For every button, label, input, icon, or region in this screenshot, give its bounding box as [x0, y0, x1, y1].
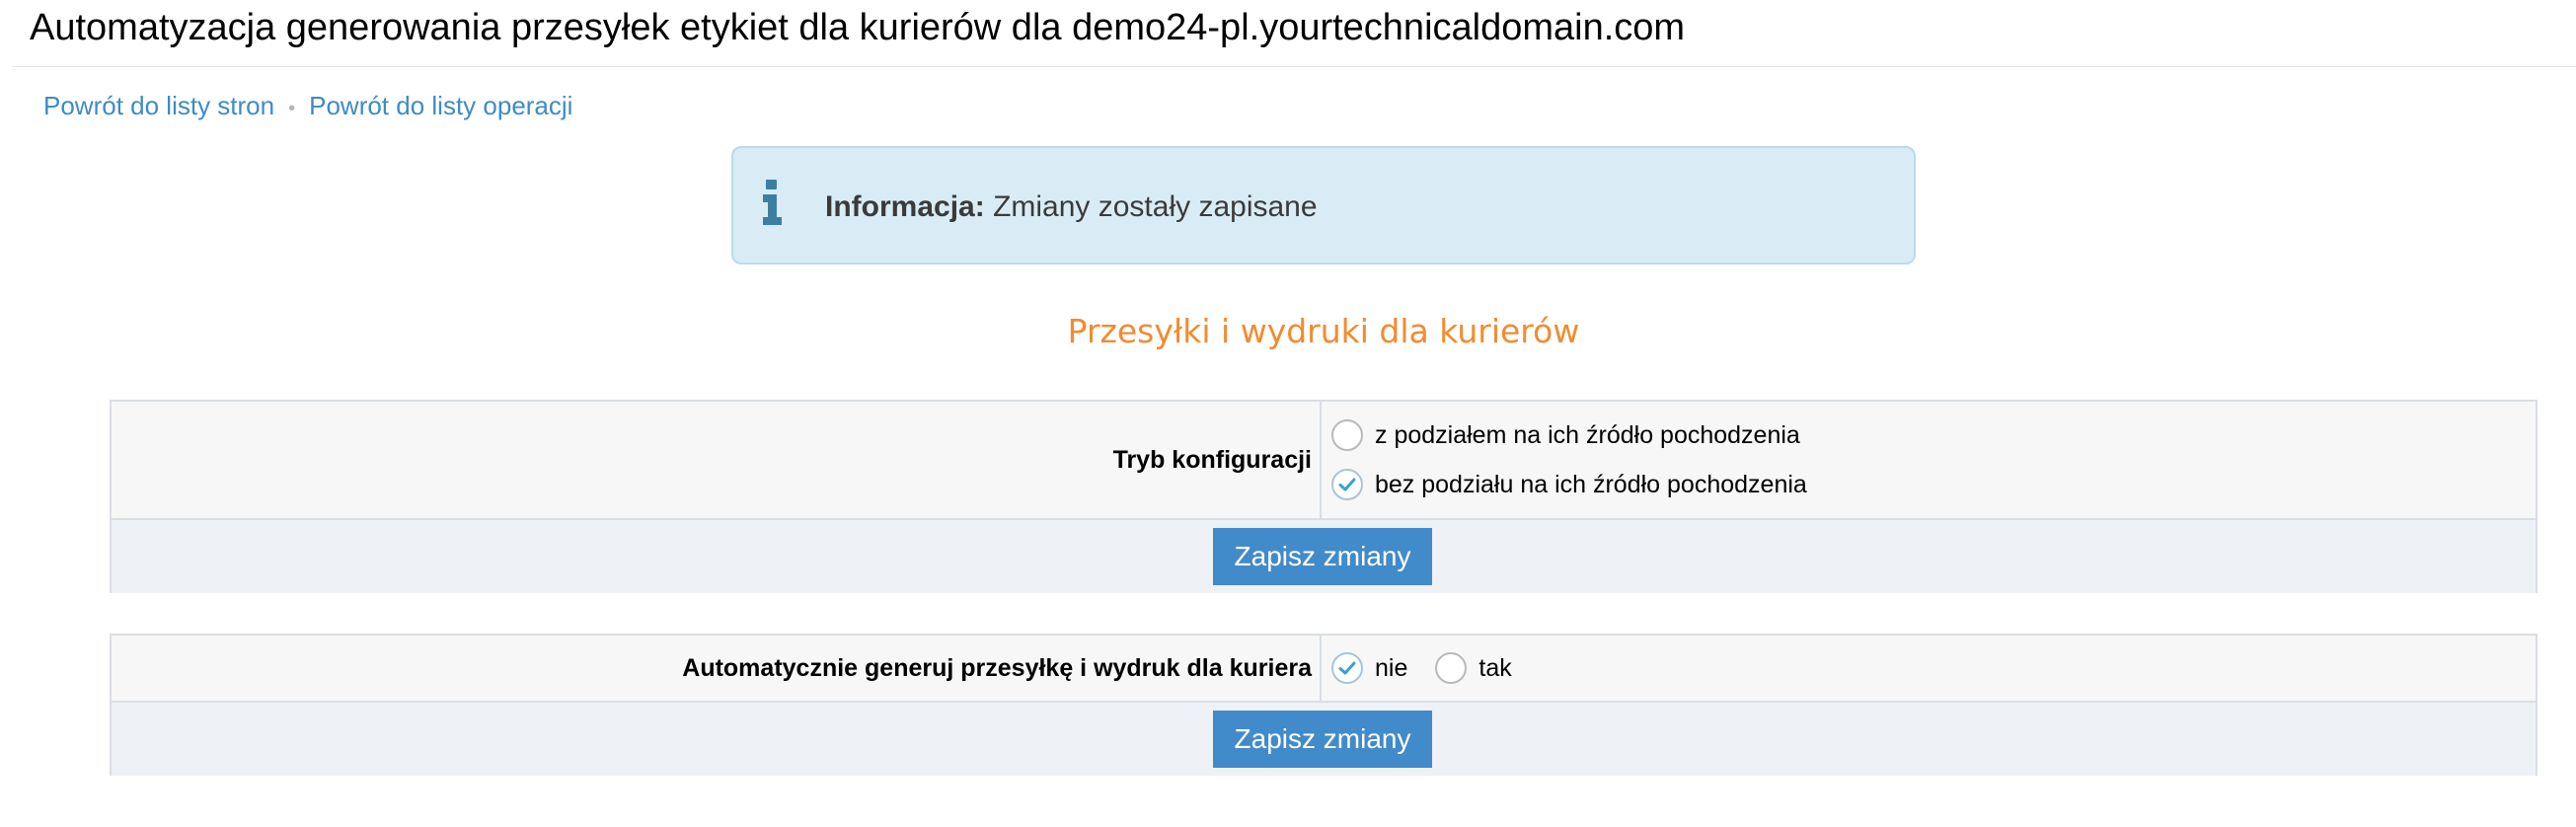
info-icon [763, 180, 782, 225]
back-to-operations-link[interactable]: Powrót do listy operacji [309, 91, 572, 120]
config-mode-options: z podziałem na ich źródło pochodzenia be… [1322, 402, 2536, 518]
title-divider [12, 66, 2576, 67]
auto-generate-option-no-label: nie [1375, 653, 1408, 682]
config-mode-option-no-split[interactable]: bez podziału na ich źródło pochodzenia [1331, 460, 2536, 509]
auto-generate-option-no[interactable]: nie [1331, 652, 1407, 684]
auto-generate-footer: Zapisz zmiany [112, 703, 2536, 776]
auto-generate-label: Automatycznie generuj przesyłkę i wydruk… [112, 636, 1322, 701]
radio-checked[interactable] [1331, 469, 1363, 500]
config-mode-label: Tryb konfiguracji [112, 402, 1322, 518]
info-notice-label: Informacja: [825, 190, 985, 223]
radio-unchecked[interactable] [1435, 652, 1468, 684]
config-mode-footer: Zapisz zmiany [112, 520, 2536, 593]
info-notice: Informacja: Zmiany zostały zapisane [731, 146, 1916, 264]
auto-generate-options: nie tak [1322, 636, 2536, 701]
checkmark-icon [1338, 661, 1356, 675]
config-mode-option-split-label: z podziałem na ich źródło pochodzenia [1375, 420, 1800, 449]
checkmark-icon [1338, 478, 1356, 491]
auto-generate-form: Automatycznie generuj przesyłkę i wydruk… [110, 634, 2538, 776]
config-mode-option-no-split-label: bez podziału na ich źródło pochodzenia [1375, 470, 1807, 498]
section-heading: Przesyłki i wydruki dla kurierów [1067, 312, 1580, 350]
radio-checked[interactable] [1331, 652, 1363, 684]
info-notice-text: Informacja: Zmiany zostały zapisane [825, 189, 1318, 225]
back-to-sites-link[interactable]: Powrót do listy stron [43, 91, 274, 120]
breadcrumb: Powrót do listy stron • Powrót do listy op… [43, 89, 572, 125]
radio-unchecked[interactable] [1331, 419, 1363, 451]
save-button[interactable]: Zapisz zmiany [1213, 528, 1432, 585]
save-button[interactable]: Zapisz zmiany [1213, 711, 1432, 768]
auto-generate-row: Automatycznie generuj przesyłkę i wydruk… [112, 636, 2536, 703]
config-mode-row: Tryb konfiguracji z podziałem na ich źró… [112, 402, 2536, 520]
page-title: Automatyzacja generowania przesyłek etyk… [30, 7, 1686, 48]
breadcrumb-separator: • [288, 98, 296, 119]
auto-generate-option-yes[interactable]: tak [1435, 652, 1512, 684]
config-mode-form: Tryb konfiguracji z podziałem na ich źró… [110, 400, 2538, 593]
auto-generate-option-yes-label: tak [1478, 653, 1512, 682]
info-notice-message: Zmiany zostały zapisane [993, 190, 1318, 223]
auto-generate-radio-group: nie tak [1331, 652, 2536, 684]
config-mode-option-split[interactable]: z podziałem na ich źródło pochodzenia [1331, 411, 2536, 460]
